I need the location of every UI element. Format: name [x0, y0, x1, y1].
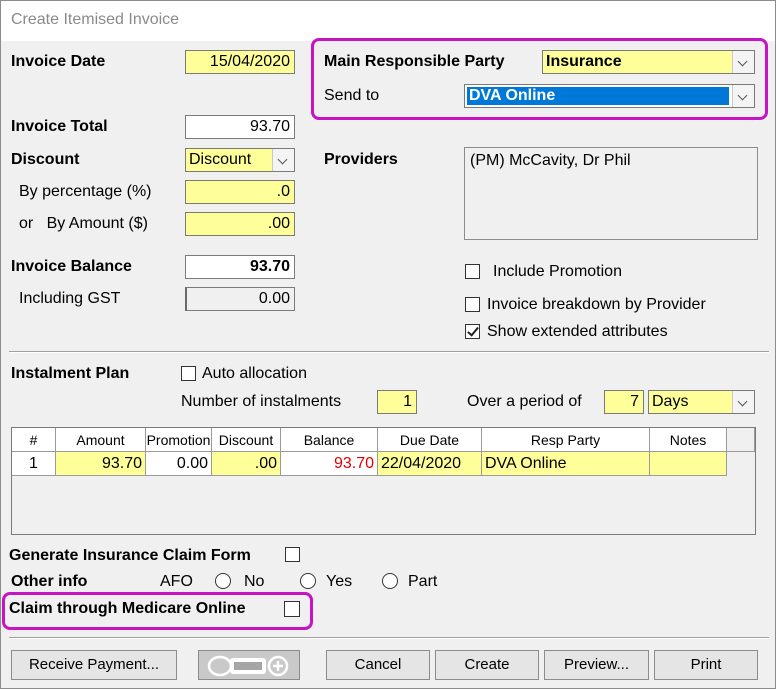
- divider: [9, 352, 769, 353]
- afo-part-radio[interactable]: [382, 573, 398, 589]
- table-cell[interactable]: 93.70: [56, 452, 146, 476]
- title-bar: Create Itemised Invoice: [1, 1, 775, 41]
- eclipse-logo-icon: [207, 655, 289, 677]
- including-gst-label: Including GST: [19, 290, 121, 307]
- medicare-highlight-box: [2, 592, 313, 630]
- afo-part-label: Part: [408, 573, 438, 590]
- discount-select-value: Discount: [189, 151, 252, 168]
- table-cell[interactable]: 0.00: [146, 452, 212, 476]
- afo-yes-label: Yes: [326, 573, 353, 590]
- include-promotion-checkbox[interactable]: [465, 264, 480, 279]
- by-amount-label: or By Amount ($): [19, 215, 148, 232]
- generate-claim-checkbox[interactable]: [285, 547, 300, 562]
- by-amount-field[interactable]: .00: [185, 212, 295, 236]
- instalment-table[interactable]: # Amount Promotion Discount Balance Due …: [11, 427, 756, 535]
- table-cell[interactable]: DVA Online: [482, 452, 650, 476]
- breakdown-label: Invoice breakdown by Provider: [487, 296, 706, 313]
- column-header[interactable]: #: [12, 428, 56, 452]
- generate-claim-label: Generate Insurance Claim Form: [9, 547, 251, 564]
- chevron-down-icon[interactable]: [732, 391, 754, 413]
- discount-label: Discount: [11, 151, 80, 168]
- other-info-label: Other info: [11, 573, 88, 590]
- afo-no-label: No: [244, 573, 265, 590]
- invoice-date-field[interactable]: 15/04/2020: [185, 50, 295, 74]
- include-promotion-label: Include Promotion: [493, 263, 622, 280]
- divider: [9, 638, 769, 639]
- providers-label: Providers: [324, 151, 398, 168]
- period-field[interactable]: 7: [604, 390, 644, 414]
- column-header[interactable]: Notes: [650, 428, 727, 452]
- extended-attributes-label: Show extended attributes: [487, 323, 668, 340]
- by-percentage-label: By percentage (%): [19, 183, 152, 200]
- including-gst-field: 0.00: [185, 287, 295, 311]
- invoice-balance-field: 93.70: [185, 255, 295, 279]
- create-button[interactable]: Create: [435, 650, 539, 680]
- print-button[interactable]: Print: [654, 650, 758, 680]
- table-cell[interactable]: 22/04/2020: [378, 452, 482, 476]
- chevron-down-icon[interactable]: [272, 149, 294, 171]
- auto-allocation-label: Auto allocation: [202, 365, 307, 382]
- table-cell[interactable]: .00: [212, 452, 281, 476]
- period-unit-select[interactable]: Days: [648, 390, 755, 414]
- create-invoice-window: Create Itemised Invoice Invoice Date 15/…: [0, 0, 776, 689]
- extended-attributes-checkbox[interactable]: [465, 324, 480, 339]
- discount-select[interactable]: Discount: [185, 148, 295, 172]
- table-cell[interactable]: [650, 452, 727, 476]
- invoice-date-label: Invoice Date: [11, 53, 106, 70]
- auto-allocation-checkbox[interactable]: [181, 366, 196, 381]
- afo-label: AFO: [160, 573, 193, 590]
- invoice-total-field: 93.70: [185, 115, 295, 139]
- column-header[interactable]: Discount: [212, 428, 281, 452]
- cancel-button[interactable]: Cancel: [326, 650, 430, 680]
- table-cell[interactable]: 93.70: [281, 452, 378, 476]
- column-header[interactable]: Due Date: [378, 428, 482, 452]
- providers-list[interactable]: (PM) McCavity, Dr Phil: [464, 147, 758, 240]
- eclipse-logo-button[interactable]: [198, 650, 300, 680]
- table-cell[interactable]: 1: [12, 452, 56, 476]
- period-label: Over a period of: [467, 393, 582, 410]
- num-instalments-field[interactable]: 1: [377, 390, 417, 414]
- breakdown-checkbox[interactable]: [465, 297, 480, 312]
- receive-payment-button[interactable]: Receive Payment...: [11, 650, 177, 680]
- column-header[interactable]: Resp Party: [482, 428, 650, 452]
- afo-yes-radio[interactable]: [300, 573, 316, 589]
- party-highlight-box: [311, 38, 768, 120]
- invoice-total-label: Invoice Total: [11, 118, 108, 135]
- column-header[interactable]: Balance: [281, 428, 378, 452]
- invoice-balance-label: Invoice Balance: [11, 258, 132, 275]
- by-percentage-field[interactable]: .0: [185, 180, 295, 204]
- num-instalments-label: Number of instalments: [181, 393, 342, 410]
- preview-button[interactable]: Preview...: [544, 650, 649, 680]
- column-header[interactable]: Amount: [56, 428, 146, 452]
- provider-item[interactable]: (PM) McCavity, Dr Phil: [470, 152, 631, 169]
- period-unit-value: Days: [652, 393, 689, 410]
- afo-no-radio[interactable]: [215, 573, 231, 589]
- instalment-plan-label: Instalment Plan: [11, 365, 130, 382]
- column-header[interactable]: Promotion: [146, 428, 212, 452]
- window-title: Create Itemised Invoice: [11, 11, 180, 28]
- column-header-filler: [727, 428, 755, 452]
